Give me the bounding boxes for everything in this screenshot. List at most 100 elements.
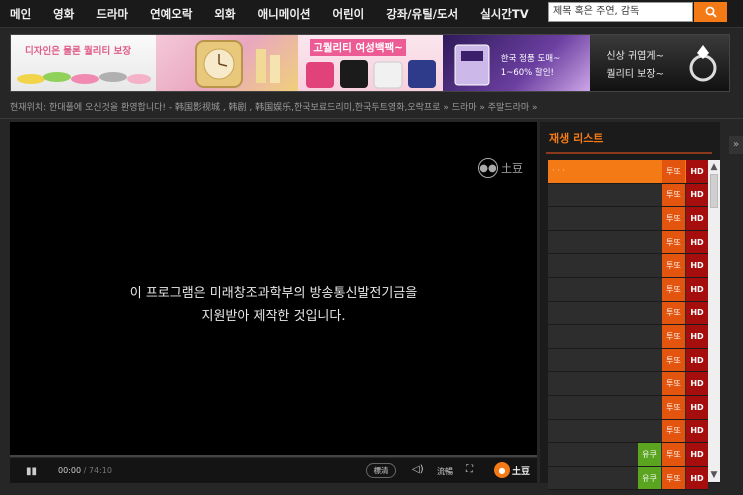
current-time: 00:00 — [58, 466, 82, 475]
main-menu: 메인 영화 드라마 연예오락 외화 애니메이션 어린이 강좌/유틸/도서 실시간… — [10, 0, 551, 28]
quality-button[interactable]: 標清 — [366, 463, 396, 478]
playlist-row[interactable]: 투또 HD — [548, 301, 708, 326]
hd-button[interactable]: HD — [686, 395, 708, 419]
ad-ring-line1: 신상 귀엽게~ — [606, 51, 664, 62]
playlist: · · · 투또 HD 투또 HD 투또 HD 투또 HD 투또 HD 투또 HD 투또 HD 투또 HD 투또 H… — [548, 160, 708, 491]
nav-item-foreign[interactable]: 외화 — [214, 6, 235, 22]
shoes-image — [17, 72, 151, 84]
nav-item-live-tv[interactable]: 실시간TV — [480, 6, 528, 22]
playlist-row[interactable]: 투또 HD — [548, 230, 708, 255]
nav-item-movie[interactable]: 영화 — [53, 6, 74, 22]
playlist-scrollbar[interactable]: ▲ ▼ — [708, 160, 720, 482]
scroll-up-icon[interactable]: ▲ — [708, 160, 720, 174]
tudou-source-button[interactable]: 투또 — [662, 419, 685, 443]
tudou-logo-icon: ●● — [478, 158, 498, 178]
playlist-row[interactable]: 투또 HD — [548, 325, 708, 349]
playlist-row[interactable]: 투또 HD — [548, 372, 708, 396]
language-button[interactable]: 流暢 — [437, 466, 453, 477]
playlist-row[interactable]: 투또 HD — [548, 277, 708, 302]
playlist-row[interactable]: 투또 HD — [548, 183, 708, 208]
tudou-source-button[interactable]: 투또 — [662, 207, 685, 230]
hd-button[interactable]: HD — [686, 277, 708, 301]
tudou-source-button[interactable]: 투또 — [662, 301, 685, 325]
hd-button[interactable]: HD — [686, 466, 708, 490]
total-time: / 74:10 — [83, 466, 112, 475]
playlist-row[interactable]: 투또 HD — [548, 207, 708, 231]
ad-banner[interactable]: 디자인은 물론 퀄리티 보장 고퀄리티 여성백팩~ 한국 정품 도매~ 1~60… — [10, 34, 730, 92]
hd-button[interactable]: HD — [686, 443, 708, 466]
fullscreen-icon[interactable]: ⛶ — [466, 464, 473, 475]
ring-image — [689, 45, 717, 82]
playlist-row[interactable]: 유쿠 투또 HD — [548, 466, 708, 491]
youku-source-button[interactable]: 유쿠 — [638, 443, 661, 466]
hd-button[interactable]: HD — [686, 348, 708, 372]
tudou-source-button[interactable]: 투또 — [662, 183, 685, 207]
divider — [0, 118, 743, 119]
ad-cosmetics-line2: 1~60% 할인! — [500, 68, 554, 78]
nav-item-kids[interactable]: 어린이 — [333, 6, 365, 22]
tudou-source-button[interactable]: 투또 — [662, 395, 685, 419]
expand-panel-icon[interactable]: » — [729, 136, 743, 154]
search-button[interactable] — [694, 2, 727, 22]
ad-ring[interactable]: 신상 귀엽게~ 퀄리티 보장~ — [590, 35, 729, 91]
hd-button[interactable]: HD — [686, 325, 708, 348]
tudou-source-button[interactable]: 투또 — [662, 230, 685, 254]
tudou-source-button[interactable]: 투또 — [662, 254, 685, 277]
time-display: 00:00 / 74:10 — [58, 466, 112, 475]
playlist-row[interactable]: 투또 HD — [548, 395, 708, 420]
ad-backpack[interactable]: 고퀄리티 여성백팩~ — [298, 35, 443, 91]
tudou-source-button[interactable]: 투또 — [662, 466, 685, 490]
tudou-watermark: ●● 土豆 — [478, 158, 523, 178]
playlist-row[interactable]: 투또 HD — [548, 419, 708, 444]
search-input[interactable]: 제목 혹은 주연, 감독 — [548, 2, 693, 22]
playlist-title-underline — [546, 152, 712, 154]
tudou-source-button[interactable]: 투또 — [662, 277, 685, 301]
playlist-panel: 재생 리스트 · · · 투또 HD 투또 HD 투또 HD 투또 HD 투또 HD 투또 HD 투또 HD… — [540, 122, 720, 491]
hd-button[interactable]: HD — [686, 372, 708, 395]
tudou-source-button[interactable]: 투또 — [662, 325, 685, 348]
top-nav: 메인 영화 드라마 연예오락 외화 애니메이션 어린이 강좌/유틸/도서 실시간… — [0, 0, 743, 28]
bags-image — [306, 60, 437, 89]
hd-button[interactable]: HD — [686, 230, 708, 254]
youku-source-button[interactable]: 유쿠 — [638, 466, 661, 490]
nav-item-main[interactable]: 메인 — [10, 6, 31, 22]
scroll-down-icon[interactable]: ▼ — [708, 468, 720, 482]
volume-icon[interactable]: ◁) — [412, 464, 424, 475]
broadcast-notice: 이 프로그램은 미래창조과학부의 방송통신발전기금을 지원받아 제작한 것입니다… — [10, 282, 537, 328]
tudou-source-button[interactable]: 투또 — [662, 160, 685, 183]
player-controls: ▮▮ 00:00 / 74:10 標清 ◁) 流暢 ⛶ ● 土豆 — [10, 455, 537, 483]
tudou-source-button[interactable]: 투또 — [662, 443, 685, 466]
ad-cosmetics[interactable]: 한국 정품 도매~ 1~60% 할인! — [442, 35, 591, 91]
playlist-title: 재생 리스트 — [549, 132, 604, 145]
tudou-brand-icon: ● — [494, 462, 510, 478]
notice-line-2: 지원받아 제작한 것입니다. — [201, 309, 346, 324]
ad-shoes-text: 디자인은 물론 퀄리티 보장 — [25, 46, 132, 57]
nav-item-entertainment[interactable]: 연예오락 — [150, 6, 192, 22]
nav-item-animation[interactable]: 애니메이션 — [258, 6, 311, 22]
playlist-row[interactable]: 투또 HD — [548, 348, 708, 373]
progress-bar[interactable] — [10, 455, 537, 457]
episode-title: · · · — [552, 166, 565, 175]
playlist-row[interactable]: · · · 투또 HD — [548, 160, 708, 184]
hd-button[interactable]: HD — [686, 254, 708, 277]
playlist-row[interactable]: 투또 HD — [548, 254, 708, 278]
tudou-brand[interactable]: ● 土豆 — [494, 462, 530, 478]
pause-icon[interactable]: ▮▮ — [26, 466, 37, 477]
hd-button[interactable]: HD — [686, 160, 708, 183]
breadcrumb: 현재위치: 한대플에 오신것을 환영합니다! - 韩国影视城 , 韩剧 , 韩国… — [10, 103, 538, 113]
scroll-thumb[interactable] — [710, 174, 718, 208]
ad-shoes[interactable]: 디자인은 물론 퀄리티 보장 — [11, 35, 156, 91]
tudou-source-button[interactable]: 투또 — [662, 372, 685, 395]
tudou-source-button[interactable]: 투또 — [662, 348, 685, 372]
hd-button[interactable]: HD — [686, 183, 708, 207]
playlist-row[interactable]: 유쿠 투또 HD — [548, 443, 708, 467]
hd-button[interactable]: HD — [686, 207, 708, 230]
hd-button[interactable]: HD — [686, 419, 708, 443]
video-player[interactable]: ●● 土豆 이 프로그램은 미래창조과학부의 방송통신발전기금을 지원받아 제작… — [10, 122, 537, 483]
hd-button[interactable]: HD — [686, 301, 708, 325]
nav-item-lectures[interactable]: 강좌/유틸/도서 — [386, 6, 458, 22]
nav-item-drama[interactable]: 드라마 — [96, 6, 128, 22]
tudou-brand-text: 土豆 — [512, 466, 531, 477]
ad-cosmetics-line1: 한국 정품 도매~ — [500, 54, 561, 64]
ad-watch[interactable] — [155, 35, 299, 91]
